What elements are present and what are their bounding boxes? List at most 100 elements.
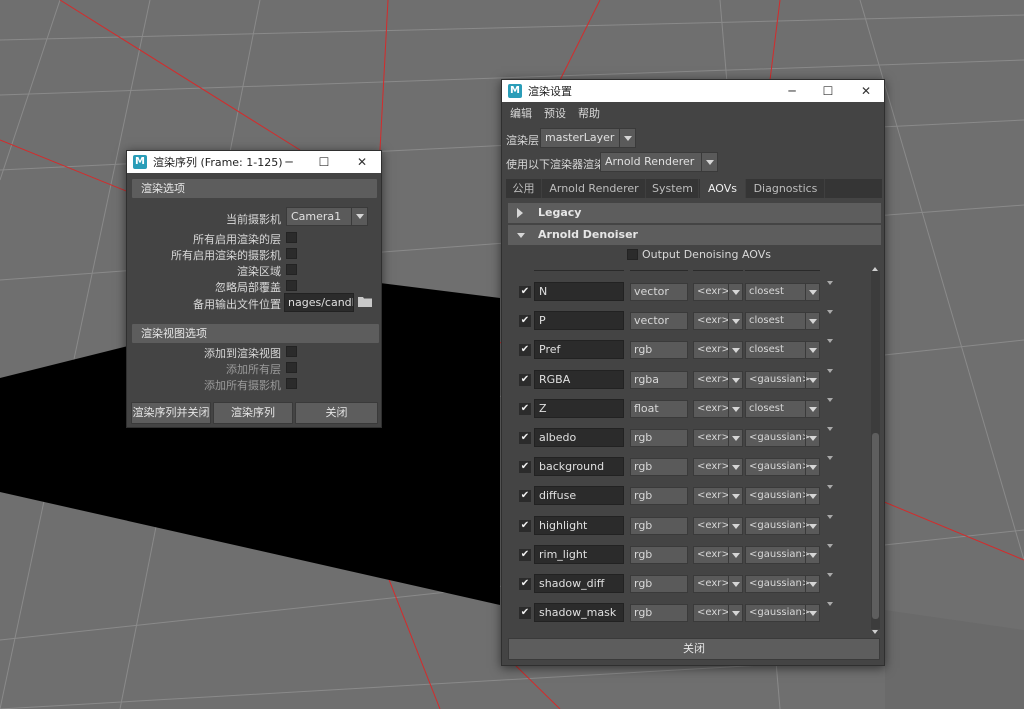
aov-filter-dropdown[interactable]: <gaussian> bbox=[745, 517, 820, 535]
aov-options-icon[interactable] bbox=[827, 281, 833, 285]
aov-options-icon[interactable] bbox=[827, 485, 833, 489]
aov-filter-dropdown[interactable]: <gaussian> bbox=[745, 575, 820, 593]
seq-titlebar[interactable]: M 渲染序列 (Frame: 1-125) ─ ☐ ✕ bbox=[127, 151, 381, 173]
aov-name-field[interactable]: shadow_mask bbox=[534, 603, 624, 622]
aov-driver-dropdown[interactable]: <exr> bbox=[693, 487, 743, 505]
aov-filter-dropdown[interactable]: <gaussian> bbox=[745, 546, 820, 564]
aov-enabled-checkbox[interactable]: ✔ bbox=[519, 374, 531, 386]
tab-diagnostics[interactable]: Diagnostics bbox=[747, 179, 825, 198]
render-options-header[interactable]: 渲染选项 bbox=[132, 179, 377, 198]
aov-type-field[interactable]: rgb bbox=[630, 517, 688, 535]
aov-filter-dropdown[interactable]: <gaussian> bbox=[745, 371, 820, 389]
aov-name-field[interactable]: background bbox=[534, 457, 624, 476]
aov-enabled-checkbox[interactable]: ✔ bbox=[519, 461, 531, 473]
render-and-close-button[interactable]: 渲染序列并关闭 bbox=[131, 402, 211, 424]
tab-system[interactable]: System bbox=[647, 179, 699, 198]
aov-options-icon[interactable] bbox=[827, 456, 833, 460]
aov-options-icon[interactable] bbox=[827, 398, 833, 402]
aov-options-icon[interactable] bbox=[827, 544, 833, 548]
add-to-view-checkbox[interactable] bbox=[286, 346, 297, 357]
ignore-overrides-checkbox[interactable] bbox=[286, 280, 297, 291]
tab-common[interactable]: 公用 bbox=[506, 179, 542, 198]
aov-type-field[interactable]: vector bbox=[630, 283, 688, 301]
aov-enabled-checkbox[interactable]: ✔ bbox=[519, 578, 531, 590]
legacy-section-header[interactable]: Legacy bbox=[508, 203, 881, 223]
aov-type-field[interactable]: rgba bbox=[630, 371, 688, 389]
aov-enabled-checkbox[interactable]: ✔ bbox=[519, 607, 531, 619]
aov-driver-dropdown[interactable]: <exr> bbox=[693, 604, 743, 622]
aov-type-field[interactable]: rgb bbox=[630, 458, 688, 476]
aov-driver-dropdown[interactable]: <exr> bbox=[693, 429, 743, 447]
aov-type-field[interactable]: rgb bbox=[630, 575, 688, 593]
aov-type-field[interactable]: vector bbox=[630, 312, 688, 330]
renderer-dropdown[interactable]: Arnold Renderer bbox=[600, 152, 718, 172]
aov-options-icon[interactable] bbox=[827, 515, 833, 519]
aov-options-icon[interactable] bbox=[827, 339, 833, 343]
output-path-field[interactable]: nages/candle bbox=[284, 293, 354, 312]
aov-driver-dropdown[interactable]: <exr> bbox=[693, 341, 743, 359]
aov-enabled-checkbox[interactable]: ✔ bbox=[519, 490, 531, 502]
minimize-icon[interactable]: ─ bbox=[773, 80, 811, 102]
aov-driver-dropdown[interactable]: <exr> bbox=[693, 575, 743, 593]
tab-aovs[interactable]: AOVs bbox=[700, 179, 746, 198]
close-settings-button[interactable]: 关闭 bbox=[508, 638, 880, 660]
aov-filter-dropdown[interactable]: <gaussian> bbox=[745, 604, 820, 622]
output-denoising-checkbox[interactable] bbox=[627, 249, 638, 260]
aov-filter-dropdown[interactable]: closest bbox=[745, 283, 820, 301]
aov-enabled-checkbox[interactable]: ✔ bbox=[519, 315, 531, 327]
aov-options-icon[interactable] bbox=[827, 310, 833, 314]
aov-filter-dropdown[interactable]: closest bbox=[745, 400, 820, 418]
maximize-icon[interactable]: ☐ bbox=[809, 80, 847, 102]
aov-type-field[interactable]: rgb bbox=[630, 429, 688, 447]
close-button[interactable]: 关闭 bbox=[295, 402, 378, 424]
scrollbar-thumb[interactable] bbox=[872, 433, 879, 619]
aov-filter-dropdown[interactable]: <gaussian> bbox=[745, 487, 820, 505]
all-layers-checkbox[interactable] bbox=[286, 232, 297, 243]
folder-icon[interactable] bbox=[358, 295, 372, 307]
menu-presets[interactable]: 预设 bbox=[544, 105, 566, 121]
aov-enabled-checkbox[interactable]: ✔ bbox=[519, 403, 531, 415]
aov-driver-dropdown[interactable]: <exr> bbox=[693, 371, 743, 389]
aov-type-field[interactable]: float bbox=[630, 400, 688, 418]
all-cameras-checkbox[interactable] bbox=[286, 248, 297, 259]
aov-name-field[interactable]: P bbox=[534, 311, 624, 330]
aov-enabled-checkbox[interactable]: ✔ bbox=[519, 549, 531, 561]
aov-enabled-checkbox[interactable]: ✔ bbox=[519, 520, 531, 532]
maximize-icon[interactable]: ☐ bbox=[305, 151, 343, 173]
aov-type-field[interactable]: rgb bbox=[630, 341, 688, 359]
tab-arnold-renderer[interactable]: Arnold Renderer bbox=[543, 179, 646, 198]
aov-name-field[interactable]: shadow_diff bbox=[534, 574, 624, 593]
aov-name-field[interactable]: Z bbox=[534, 399, 624, 418]
aov-name-field[interactable]: albedo bbox=[534, 428, 624, 447]
aov-type-field[interactable]: rgb bbox=[630, 487, 688, 505]
aov-options-icon[interactable] bbox=[827, 573, 833, 577]
aov-name-field[interactable]: RGBA bbox=[534, 370, 624, 389]
aov-enabled-checkbox[interactable]: ✔ bbox=[519, 432, 531, 444]
aov-name-field[interactable]: N bbox=[534, 282, 624, 301]
scroll-up-icon[interactable] bbox=[872, 267, 878, 271]
aov-driver-dropdown[interactable]: <exr> bbox=[693, 312, 743, 330]
aov-enabled-checkbox[interactable]: ✔ bbox=[519, 286, 531, 298]
rs-titlebar[interactable]: M 渲染设置 ─ ☐ ✕ bbox=[502, 80, 884, 102]
render-sequence-button[interactable]: 渲染序列 bbox=[213, 402, 293, 424]
aov-driver-dropdown[interactable]: <exr> bbox=[693, 458, 743, 476]
menu-edit[interactable]: 编辑 bbox=[510, 105, 532, 121]
render-layer-dropdown[interactable]: masterLayer bbox=[540, 128, 636, 148]
aov-name-field[interactable]: diffuse bbox=[534, 486, 624, 505]
arnold-denoiser-section-header[interactable]: Arnold Denoiser bbox=[508, 225, 881, 245]
aov-filter-dropdown[interactable]: <gaussian> bbox=[745, 429, 820, 447]
aov-driver-dropdown[interactable]: <exr> bbox=[693, 546, 743, 564]
aov-name-field[interactable]: Pref bbox=[534, 340, 624, 359]
aov-options-icon[interactable] bbox=[827, 427, 833, 431]
render-region-checkbox[interactable] bbox=[286, 264, 297, 275]
minimize-icon[interactable]: ─ bbox=[270, 151, 308, 173]
aov-type-field[interactable]: rgb bbox=[630, 604, 688, 622]
current-camera-dropdown[interactable]: Camera1 bbox=[286, 207, 368, 226]
scroll-down-icon[interactable] bbox=[872, 630, 878, 634]
aov-filter-dropdown[interactable]: closest bbox=[745, 341, 820, 359]
aov-options-icon[interactable] bbox=[827, 369, 833, 373]
aov-filter-dropdown[interactable]: closest bbox=[745, 312, 820, 330]
add-all-cameras-checkbox[interactable] bbox=[286, 378, 297, 389]
menu-help[interactable]: 帮助 bbox=[578, 105, 600, 121]
close-icon[interactable]: ✕ bbox=[343, 151, 381, 173]
